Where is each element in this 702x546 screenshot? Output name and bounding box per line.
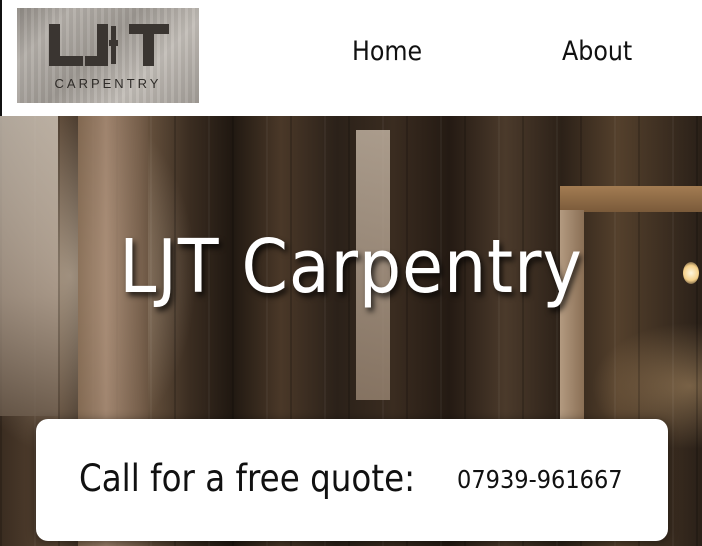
call-to-action-card: Call for a free quote: 07939-961667 xyxy=(36,419,668,541)
nav-about-link[interactable]: About xyxy=(562,36,632,67)
site-header: CARPENTRY Home About xyxy=(0,0,702,116)
hero-title: LJT Carpentry xyxy=(119,224,583,310)
site-logo[interactable]: CARPENTRY xyxy=(17,8,199,103)
logo-text: CARPENTRY xyxy=(54,76,162,91)
phone-number-link[interactable]: 07939-961667 xyxy=(457,465,623,494)
light-bulb-icon xyxy=(683,262,699,284)
nav-home-link[interactable]: Home xyxy=(352,36,422,67)
ljt-logo-icon xyxy=(49,24,169,66)
hero-door-lintel xyxy=(560,186,702,212)
cta-label: Call for a free quote: xyxy=(79,457,416,500)
